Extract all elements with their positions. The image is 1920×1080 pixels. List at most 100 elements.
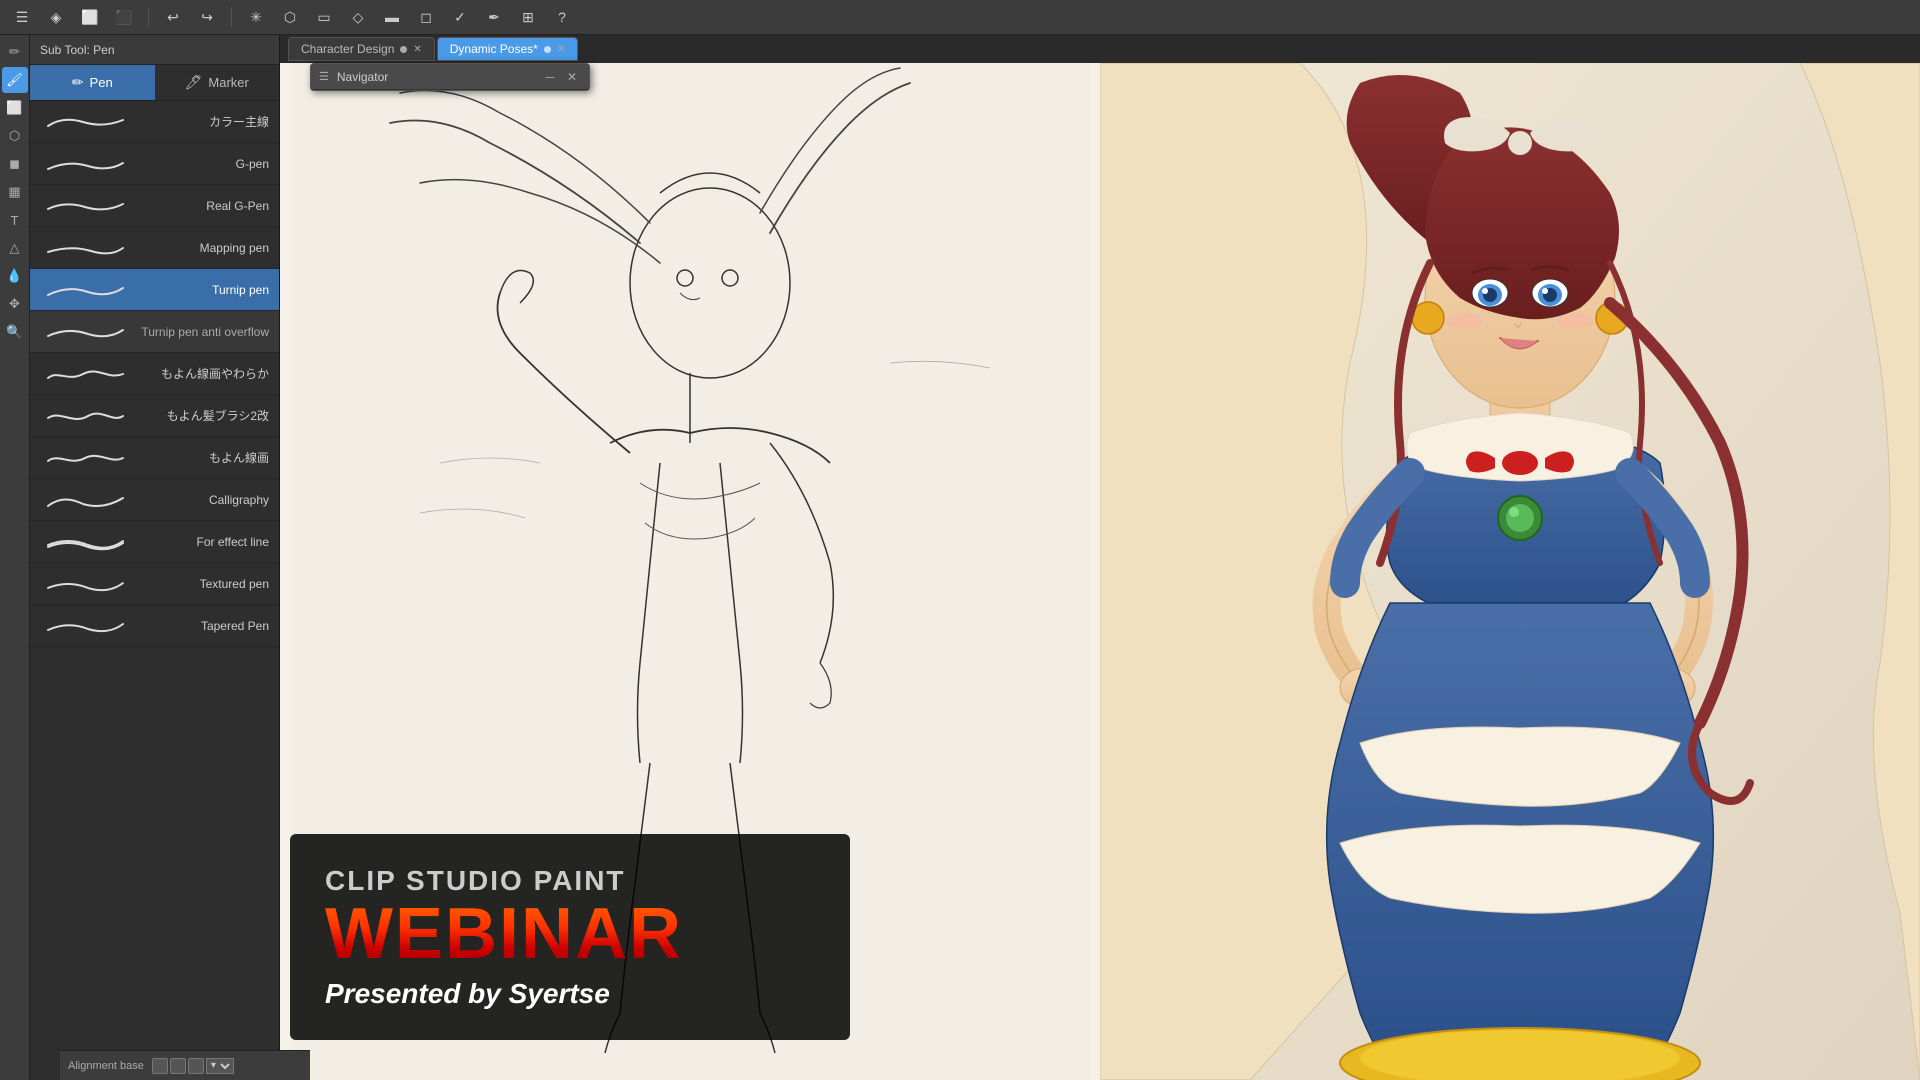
brush-name-9: Calligraphy <box>138 493 269 507</box>
navigator-title-label: Navigator <box>337 70 388 84</box>
brush-preview-0 <box>40 108 130 136</box>
tool-move[interactable]: ✥ <box>2 291 28 317</box>
brush-preview-6 <box>40 360 130 388</box>
alignment-select[interactable]: ▾ <box>206 1058 234 1074</box>
tool-btn-8[interactable]: ▬ <box>378 3 406 31</box>
tool-fill[interactable]: ◼ <box>2 151 28 177</box>
alignment-btn-1[interactable] <box>152 1058 168 1074</box>
tool-btn-1[interactable]: ◈ <box>42 3 70 31</box>
tool-eraser[interactable]: ⬜ <box>2 95 28 121</box>
tool-brush[interactable]: 🖌 <box>2 67 28 93</box>
brush-item-1[interactable]: G-pen <box>30 143 279 185</box>
brush-item-3[interactable]: Mapping pen <box>30 227 279 269</box>
pen-marker-tabs: ✏ Pen 🖊 Marker <box>30 65 279 101</box>
navigator-close-button[interactable]: ✕ <box>563 68 581 86</box>
illustration-area <box>1100 63 1920 1080</box>
tool-zoom[interactable]: 🔍 <box>2 319 28 345</box>
brush-item-11[interactable]: Textured pen <box>30 563 279 605</box>
sub-tool-header: Sub Tool: Pen <box>30 35 279 65</box>
navigator-titlebar-left: ☰ Navigator <box>319 70 388 84</box>
navigator-panel: ☰ Navigator ─ ✕ <box>310 63 590 91</box>
brush-name-11: Textured pen <box>138 577 269 591</box>
brush-preview-5 <box>40 318 130 346</box>
left-tools: ✏ 🖌 ⬜ ⬡ ◼ ▦ T △ 💧 ✥ 🔍 <box>0 35 30 1080</box>
tab-close-2[interactable]: ✕ <box>557 44 565 55</box>
tab-character-design-label: Character Design <box>301 42 394 56</box>
brush-preview-7 <box>40 402 130 430</box>
tool-eyedropper[interactable]: 💧 <box>2 263 28 289</box>
top-toolbar: ☰ ◈ ⬜ ⬛ ↩ ↪ ✳ ⬡ ▭ ◇ ▬ ◻ ✓ ✒ ⊞ ? <box>0 0 1920 35</box>
brush-name-1: G-pen <box>138 157 269 171</box>
redo-button[interactable]: ↪ <box>193 3 221 31</box>
brush-item-6[interactable]: もよん線画やわらか <box>30 353 279 395</box>
brush-name-5: Turnip pen anti overflow <box>138 325 269 339</box>
bottom-bar: Alignment base ▾ <box>60 1050 310 1080</box>
tool-btn-9[interactable]: ◻ <box>412 3 440 31</box>
tool-btn-3[interactable]: ⬛ <box>110 3 138 31</box>
brush-preview-2 <box>40 192 130 220</box>
tool-shape[interactable]: △ <box>2 235 28 261</box>
brush-list[interactable]: カラー主線 G-pen Real G-Pen <box>30 101 279 1080</box>
tool-btn-12[interactable]: ⊞ <box>514 3 542 31</box>
tool-btn-4[interactable]: ✳ <box>242 3 270 31</box>
brush-item-9[interactable]: Calligraphy <box>30 479 279 521</box>
tool-select[interactable]: ⬡ <box>2 123 28 149</box>
sub-tool-panel: Sub Tool: Pen ✏ Pen 🖊 Marker カラー主線 <box>30 35 280 1080</box>
marker-tab[interactable]: 🖊 Marker <box>155 65 280 100</box>
brush-name-2: Real G-Pen <box>138 199 269 213</box>
pen-tab[interactable]: ✏ Pen <box>30 65 155 100</box>
tool-btn-10[interactable]: ✓ <box>446 3 474 31</box>
tab-close-1[interactable]: ✕ <box>413 44 421 55</box>
tab-dynamic-poses-label: Dynamic Poses* <box>450 42 538 56</box>
webinar-overlay: CLIP STUDIO PAINT WEBINAR Presented by S… <box>290 834 850 1040</box>
tool-gradient[interactable]: ▦ <box>2 179 28 205</box>
brush-name-7: もよん髪ブラシ2改 <box>138 407 269 424</box>
tool-pen[interactable]: ✏ <box>2 39 28 65</box>
brush-item-4[interactable]: Turnip pen <box>30 269 279 311</box>
brush-item-0[interactable]: カラー主線 <box>30 101 279 143</box>
navigator-titlebar: ☰ Navigator ─ ✕ <box>311 64 589 90</box>
brush-name-6: もよん線画やわらか <box>138 365 269 382</box>
brush-item-2[interactable]: Real G-Pen <box>30 185 279 227</box>
navigator-minimize-button[interactable]: ─ <box>541 68 559 86</box>
brush-item-5[interactable]: Turnip pen anti overflow <box>30 311 279 353</box>
brush-name-12: Tapered Pen <box>138 619 269 633</box>
brush-preview-1 <box>40 150 130 178</box>
brush-name-10: For effect line <box>138 535 269 549</box>
tool-text[interactable]: T <box>2 207 28 233</box>
brush-preview-10 <box>40 528 130 556</box>
brush-preview-11 <box>40 570 130 598</box>
brush-name-4: Turnip pen <box>138 283 269 297</box>
brush-name-3: Mapping pen <box>138 241 269 255</box>
tool-btn-2[interactable]: ⬜ <box>76 3 104 31</box>
brush-item-7[interactable]: もよん髪ブラシ2改 <box>30 395 279 437</box>
tool-btn-7[interactable]: ◇ <box>344 3 372 31</box>
webinar-top-text: CLIP STUDIO PAINT <box>325 864 815 898</box>
menu-button[interactable]: ☰ <box>8 3 36 31</box>
sub-tool-header-label: Sub Tool: Pen <box>40 43 115 57</box>
canvas-area[interactable]: CLIP STUDIO PAINT WEBINAR Presented by S… <box>280 63 1920 1080</box>
brush-name-8: もよん線画 <box>138 449 269 466</box>
tool-btn-5[interactable]: ⬡ <box>276 3 304 31</box>
undo-button[interactable]: ↩ <box>159 3 187 31</box>
help-button[interactable]: ? <box>548 3 576 31</box>
tool-btn-11[interactable]: ✒ <box>480 3 508 31</box>
brush-preview-8 <box>40 444 130 472</box>
brush-preview-9 <box>40 486 130 514</box>
illustration-svg <box>1100 63 1920 1080</box>
webinar-main-text: WEBINAR <box>325 898 815 970</box>
brush-item-12[interactable]: Tapered Pen <box>30 605 279 647</box>
brush-item-8[interactable]: もよん線画 <box>30 437 279 479</box>
brush-preview-12 <box>40 612 130 640</box>
pen-tab-label: Pen <box>90 75 113 90</box>
tool-btn-6[interactable]: ▭ <box>310 3 338 31</box>
brush-preview-3 <box>40 234 130 262</box>
tab-character-design[interactable]: Character Design ✕ <box>288 37 435 61</box>
brush-name-0: カラー主線 <box>138 113 269 130</box>
brush-item-10[interactable]: For effect line <box>30 521 279 563</box>
alignment-btn-3[interactable] <box>188 1058 204 1074</box>
alignment-btn-2[interactable] <box>170 1058 186 1074</box>
marker-tab-label: Marker <box>208 75 248 90</box>
webinar-sub-text: Presented by Syertse <box>325 978 815 1010</box>
tab-dynamic-poses[interactable]: Dynamic Poses* ✕ <box>437 37 578 61</box>
